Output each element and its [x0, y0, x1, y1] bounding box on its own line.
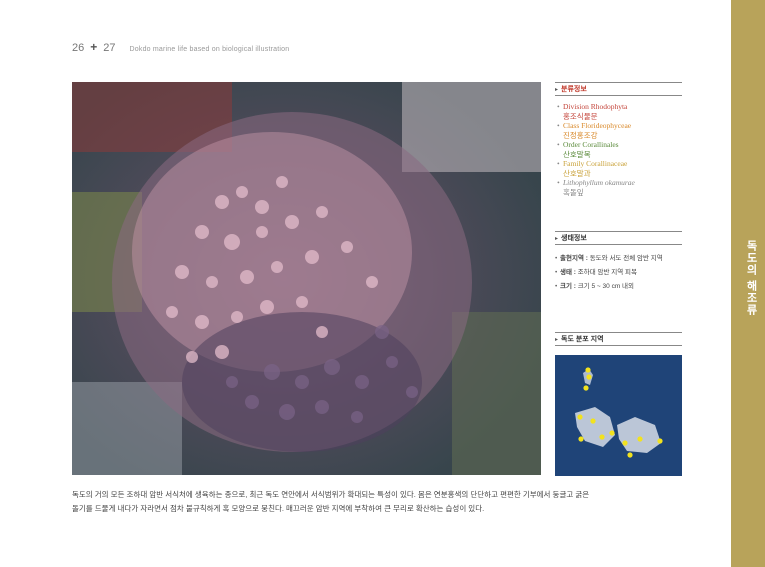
distribution-title: 독도 분포 지역 — [561, 336, 604, 343]
taxonomy-panel: ▸ 분류정보 Division Rhodophyta 홍조식물문 Class F… — [555, 82, 682, 197]
taxonomy-korean: 홍조식물문 — [563, 111, 598, 121]
taxonomy-item-order: Order Corallinales 산호말목 — [555, 140, 682, 159]
ecology-label: 크기 : — [560, 283, 576, 290]
taxonomy-korean: 진정홍조강 — [563, 130, 598, 140]
ecology-title: 생태정보 — [561, 235, 587, 242]
bullet-arrow-icon: ▸ — [555, 235, 559, 242]
species-description: 독도의 거의 모든 조하대 암반 서식처에 생육하는 종으로, 최근 독도 연안… — [72, 488, 682, 516]
ecology-heading: ▸ 생태정보 — [555, 231, 682, 245]
chapter-side-tab-label: 독도의 해조류 — [745, 240, 757, 317]
taxonomy-latin: Class Florideophyceae — [563, 121, 632, 130]
specimen-photo — [72, 82, 541, 475]
ecology-panel: ▸ 생태정보 출현지역 : 동도와 서도 전체 암반 지역 생태 : 조하대 암… — [555, 231, 682, 294]
bullet-arrow-icon: ▸ — [555, 336, 559, 343]
bullet-arrow-icon: ▸ — [555, 86, 559, 93]
distribution-map-graphic — [555, 355, 682, 476]
ecology-item-habitat: 출현지역 : 동도와 서도 전체 암반 지역 — [555, 252, 682, 266]
taxonomy-list: Division Rhodophyta 홍조식물문 Class Florideo… — [555, 102, 682, 197]
distribution-map — [555, 355, 682, 476]
taxonomy-latin: Division Rhodophyta — [563, 102, 628, 111]
taxonomy-latin: Lithophyllum okamurae — [563, 178, 635, 187]
page-number-right: 27 — [103, 42, 116, 54]
ecology-list: 출현지역 : 동도와 서도 전체 암반 지역 생태 : 조하대 암반 지역 피복… — [555, 252, 682, 294]
running-title: Dokdo marine life based on biological il… — [129, 46, 290, 53]
ecology-item-ecology: 생태 : 조하대 암반 지역 피복 — [555, 266, 682, 280]
taxonomy-item-family: Family Corallinaceae 산호말과 — [555, 159, 682, 178]
distribution-panel: ▸ 독도 분포 지역 — [555, 332, 682, 346]
specimen-photo-graphic — [72, 82, 541, 475]
taxonomy-item-species: Lithophyllum okamurae 혹돌잎 — [555, 178, 682, 197]
page-header: 26 +27 Dokdo marine life based on biologi… — [72, 40, 289, 54]
page-number-separator: + — [90, 40, 98, 54]
ecology-label: 생태 : — [560, 269, 576, 276]
taxonomy-latin: Family Corallinaceae — [563, 159, 628, 168]
taxonomy-item-class: Class Florideophyceae 진정홍조강 — [555, 121, 682, 140]
ecology-label: 출현지역 : — [560, 255, 588, 262]
ecology-value: 크기 5 ~ 30 cm 내외 — [577, 283, 635, 290]
ecology-value: 동도와 서도 전체 암반 지역 — [589, 255, 663, 262]
description-line: 독도의 거의 모든 조하대 암반 서식처에 생육하는 종으로, 최근 독도 연안… — [72, 490, 590, 499]
ecology-item-size: 크기 : 크기 5 ~ 30 cm 내외 — [555, 280, 682, 294]
taxonomy-heading: ▸ 분류정보 — [555, 82, 682, 96]
taxonomy-title: 분류정보 — [561, 86, 587, 93]
page-number-left: 26 — [72, 42, 85, 54]
description-line: 돌기를 드물게 내다가 자라면서 점차 불규칙하게 혹 모양으로 뭉친다. 매끄… — [72, 504, 485, 513]
taxonomy-korean: 산호말과 — [563, 168, 591, 178]
taxonomy-latin: Order Corallinales — [563, 140, 619, 149]
ecology-value: 조하대 암반 지역 피복 — [577, 269, 637, 276]
taxonomy-korean: 산호말목 — [563, 149, 591, 159]
taxonomy-item-division: Division Rhodophyta 홍조식물문 — [555, 102, 682, 121]
taxonomy-korean: 혹돌잎 — [563, 187, 584, 197]
distribution-heading: ▸ 독도 분포 지역 — [555, 332, 682, 346]
